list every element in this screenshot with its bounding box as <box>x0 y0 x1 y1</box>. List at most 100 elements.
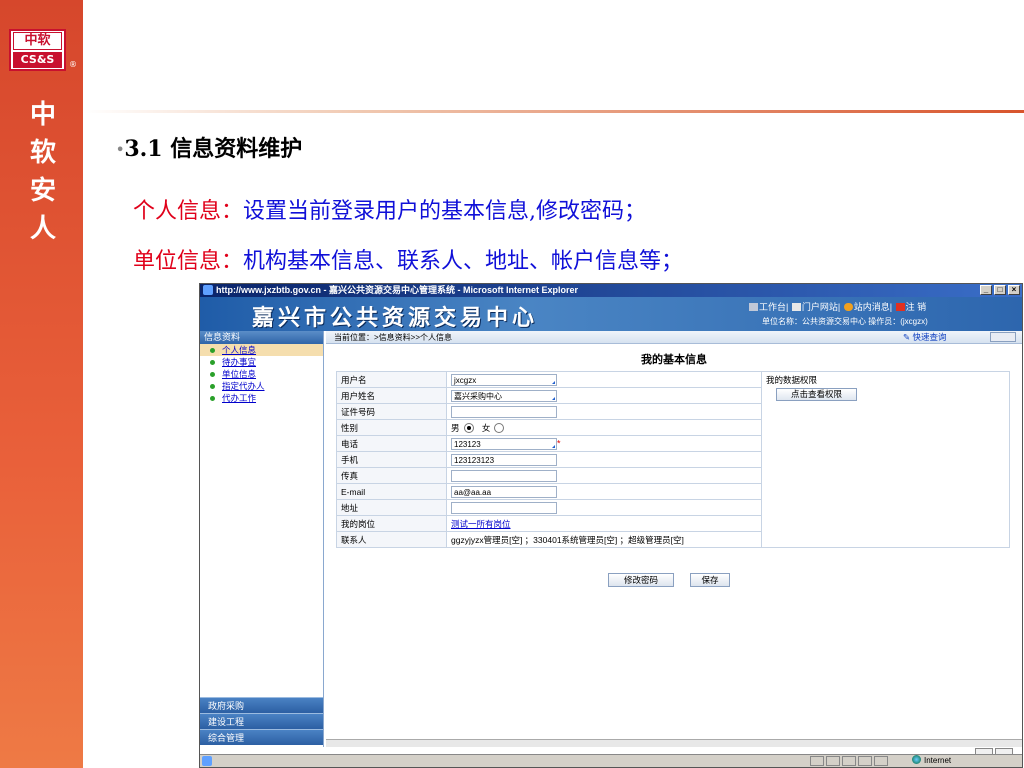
sidebar-item-label: 待办事宜 <box>222 357 257 367</box>
close-button[interactable]: × <box>1008 285 1020 295</box>
sidebar-cat-construction[interactable]: 建设工程 <box>200 713 323 729</box>
gender-female-radio[interactable] <box>494 423 505 434</box>
idcard-cell <box>446 403 762 420</box>
minimize-button[interactable]: _ <box>980 285 992 295</box>
bullet-personal-info: 个人信息：设置当前登录用户的基本信息,修改密码； <box>133 193 646 225</box>
fax-label: 传真 <box>336 467 447 484</box>
address-label: 地址 <box>336 499 447 516</box>
status-cells <box>810 756 890 767</box>
gender-female-label: 女 <box>481 422 491 433</box>
resize-corner-icon <box>552 380 555 384</box>
required-mark: * <box>557 437 561 448</box>
sidebar-item-todo[interactable]: 待办事宜 <box>200 356 323 368</box>
sidebar-header[interactable]: 信息资料 <box>200 331 323 344</box>
email-cell: aa@aa.aa <box>446 483 762 500</box>
save-button[interactable]: 保存 <box>690 573 730 587</box>
basic-info-form: 用户名 jxcgzx 我的数据权限 点击查看权限 用户姓名 嘉兴采购中心 证件号… <box>336 371 1010 548</box>
quick-search-label: 快速查询 <box>912 332 947 342</box>
sidebar-cat-gov-procurement[interactable]: 政府采购 <box>200 697 323 713</box>
sidebar-item-label: 单位信息 <box>222 369 257 379</box>
security-zone: Internet <box>912 755 951 767</box>
browser-window: http://www.jxzbtb.gov.cn - 嘉兴公共资源交易中心管理系… <box>199 283 1023 768</box>
sidebar-item-label: 代办工作 <box>222 393 257 403</box>
message-icon <box>843 303 853 311</box>
username-value: jxcgzx <box>454 375 477 385</box>
phone-cell: 123123 * <box>446 435 762 452</box>
sidebar-item-personal-info[interactable]: 个人信息 <box>200 344 323 356</box>
slide: 中软 CS&S ® 中 软 安 人 •3.1 信息资料维护 个人信息：设置当前登… <box>0 0 1024 768</box>
globe-icon <box>912 755 921 764</box>
logo-line2: CS&S <box>13 52 62 68</box>
change-password-button[interactable]: 修改密码 <box>608 573 674 587</box>
logout-link[interactable]: 注 销 <box>906 302 927 312</box>
sidebar-cat-general[interactable]: 综合管理 <box>200 729 323 745</box>
breadcrumb-text: 当前位置：>信息资料>>个人信息 <box>334 333 453 342</box>
status-cell <box>826 756 840 766</box>
status-bar: Internet <box>200 754 1022 767</box>
window-title: http://www.jxzbtb.gov.cn - 嘉兴公共资源交易中心管理系… <box>216 285 579 295</box>
fullname-value: 嘉兴采购中心 <box>454 391 502 401</box>
post-link[interactable]: 测试一所有岗位 <box>451 519 511 529</box>
bullet-icon <box>210 396 215 401</box>
sidebar-item-label: 指定代办人 <box>222 381 265 391</box>
username-field[interactable]: jxcgzx <box>451 373 557 386</box>
fax-cell <box>446 467 762 484</box>
username-cell: jxcgzx <box>446 371 762 388</box>
system-name: 嘉兴市公共资源交易中心 <box>252 305 539 331</box>
logo-line1: 中软 <box>13 32 62 50</box>
unit-info: 单位名称：公共资源交易中心 操作员：(jxcgzx) <box>762 317 928 326</box>
vertical-char: 中 <box>29 100 56 130</box>
sidebar-item-delegated-work[interactable]: 代办工作 <box>200 392 323 404</box>
status-cell <box>858 756 872 766</box>
address-cell <box>446 499 762 516</box>
mobile-label: 手机 <box>336 451 447 468</box>
workbench-link[interactable]: 工作台 <box>759 302 786 312</box>
idcard-field[interactable] <box>451 405 557 418</box>
vertical-title: 中 软 安 人 <box>28 96 58 248</box>
bullet-unit-info: 单位信息：机构基本信息、联系人、地址、帐户信息等； <box>133 243 683 275</box>
table-row: 用户名 jxcgzx 我的数据权限 点击查看权限 <box>336 371 1010 548</box>
window-title-bar: http://www.jxzbtb.gov.cn - 嘉兴公共资源交易中心管理系… <box>200 284 1022 297</box>
registered-mark: ® <box>69 60 77 69</box>
address-field[interactable] <box>451 501 557 514</box>
resize-corner-icon <box>552 396 555 400</box>
email-field[interactable]: aa@aa.aa <box>451 485 557 498</box>
fax-field[interactable] <box>451 469 557 482</box>
mobile-field[interactable]: 123123123 <box>451 453 557 466</box>
phone-field[interactable]: 123123 <box>451 437 557 450</box>
phone-label: 电话 <box>336 435 447 452</box>
main-content: 当前位置：>信息资料>>个人信息 ✎ 快速查询 我的基本信息 用户名 jxcgz… <box>326 331 1022 747</box>
permissions-cell: 我的数据权限 点击查看权限 <box>761 371 1010 548</box>
zone-label: Internet <box>924 756 952 765</box>
sidebar-item-label: 个人信息 <box>222 345 257 355</box>
sidebar-item-delegate[interactable]: 指定代办人 <box>200 380 323 392</box>
quick-search-link[interactable]: ✎ 快速查询 <box>903 331 947 344</box>
sidebar: 信息资料 个人信息 待办事宜 单位信息 指定代办人 代办工作 政府采购 建设工程… <box>200 331 324 747</box>
resize-corner-icon <box>552 444 555 448</box>
messages-link[interactable]: 站内消息 <box>854 302 890 312</box>
gender-label: 性别 <box>336 419 447 436</box>
logout-icon <box>895 303 905 311</box>
fullname-field[interactable]: 嘉兴采购中心 <box>451 389 557 402</box>
permissions-label: 我的数据权限 <box>766 375 818 385</box>
username-label: 用户名 <box>336 371 447 388</box>
portal-icon <box>791 303 801 311</box>
sidebar-categories: 政府采购 建设工程 综合管理 <box>200 697 323 745</box>
horizontal-scrollbar[interactable] <box>326 739 1022 747</box>
bullet-icon <box>210 384 215 389</box>
maximize-button[interactable]: □ <box>994 285 1006 295</box>
ie-icon <box>203 285 213 295</box>
sidebar-item-unit-info[interactable]: 单位信息 <box>200 368 323 380</box>
collapse-button[interactable] <box>990 332 1016 342</box>
gender-male-radio[interactable] <box>463 423 474 434</box>
bullet-key: 单位信息： <box>133 249 244 274</box>
phone-value: 123123 <box>454 439 481 449</box>
fullname-cell: 嘉兴采购中心 <box>446 387 762 404</box>
vertical-char: 软 <box>29 138 56 168</box>
bullet-text: 机构基本信息、联系人、地址、帐户信息等； <box>243 249 684 274</box>
portal-link[interactable]: 门户网站 <box>802 302 838 312</box>
view-permissions-button[interactable]: 点击查看权限 <box>776 388 858 401</box>
section-title-text: 3.1 信息资料维护 <box>124 136 303 162</box>
company-logo: 中软 CS&S <box>9 29 66 71</box>
vertical-char: 安 <box>29 176 56 206</box>
